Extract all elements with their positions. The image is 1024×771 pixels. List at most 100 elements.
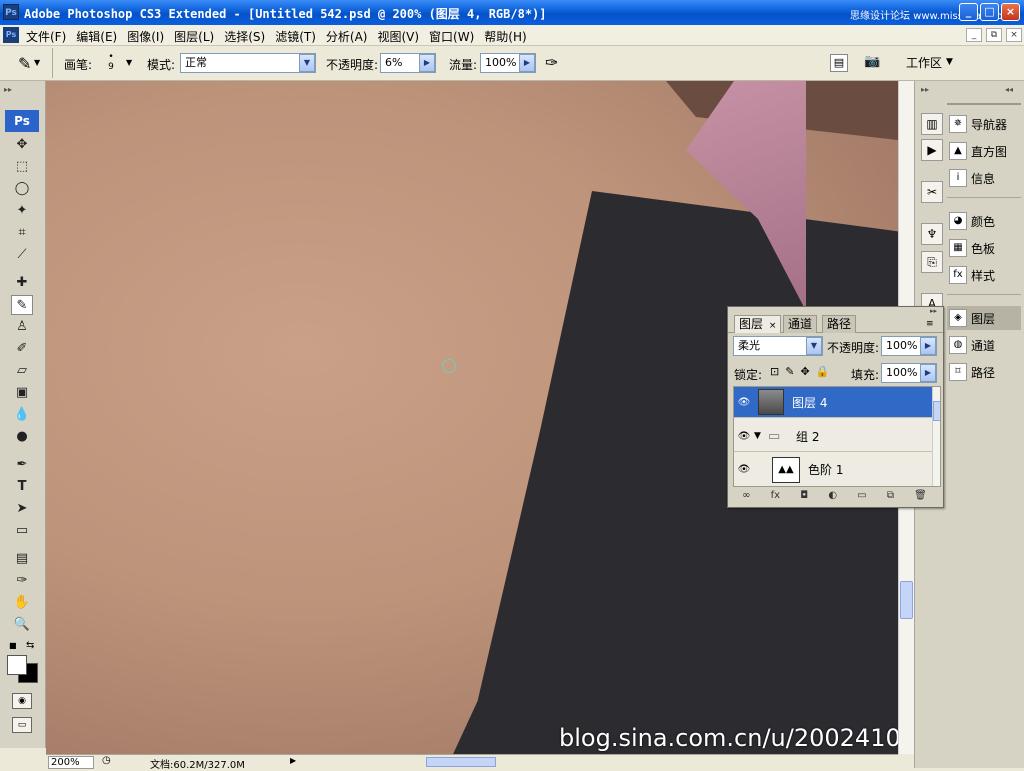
layer-opacity-field[interactable]: 100% ▶	[881, 336, 937, 356]
dock-info[interactable]: i 信息	[947, 166, 1021, 190]
dock-histogram[interactable]: ▲ 直方图	[947, 139, 1021, 163]
blend-mode-select[interactable]: 柔光 ▼	[733, 336, 823, 356]
toolbox-grip-icon[interactable]: ▸▸	[4, 85, 12, 94]
path-selection-tool-icon[interactable]: ➤	[11, 499, 33, 519]
status-icon[interactable]: ◷	[102, 755, 111, 766]
dock-paths[interactable]: ⌑ 路径	[947, 360, 1021, 384]
ps-badge[interactable]: Ps	[5, 110, 39, 132]
menu-filter[interactable]: 滤镜(T)	[275, 28, 316, 45]
status-arrow-icon[interactable]: ▶	[290, 756, 296, 765]
layer-row[interactable]: 👁 图层 4	[734, 387, 932, 418]
dock-layers[interactable]: ◈ 图层	[947, 306, 1021, 330]
zoom-tool-icon[interactable]: 🔍	[11, 615, 33, 635]
close-tab-icon[interactable]: ×	[769, 321, 777, 331]
mode-select[interactable]: 正常 ▼	[180, 53, 316, 73]
lock-position-icon[interactable]: ✥	[800, 365, 809, 378]
menu-edit[interactable]: 编辑(E)	[76, 28, 117, 45]
zoom-level[interactable]: 200%	[48, 756, 94, 769]
screen-mode-icon[interactable]: ▭	[12, 717, 32, 733]
visibility-eye-icon[interactable]: 👁	[734, 397, 754, 408]
swap-colors-icon[interactable]: ⇆	[26, 640, 34, 651]
quick-mask-icon[interactable]: ◉	[12, 693, 32, 709]
fill-field[interactable]: 100% ▶	[881, 363, 937, 383]
add-mask-icon[interactable]: ◘	[800, 490, 808, 506]
visibility-eye-icon[interactable]: 👁	[734, 464, 754, 475]
foreground-color-swatch[interactable]	[7, 655, 27, 675]
crop-tool-icon[interactable]: ⌗	[11, 223, 33, 243]
menu-window[interactable]: 窗口(W)	[429, 28, 474, 45]
menu-select[interactable]: 选择(S)	[224, 28, 265, 45]
layer-row[interactable]: 👁 ▲▲ 色阶 1	[734, 453, 932, 486]
layers-scroll-thumb[interactable]	[933, 401, 940, 421]
blur-tool-icon[interactable]: 💧	[11, 405, 33, 425]
airbrush-icon[interactable]: ✑	[545, 53, 558, 72]
history-brush-tool-icon[interactable]: ✐	[11, 339, 33, 359]
brush-picker[interactable]: • 9	[104, 52, 118, 72]
dock-navigator[interactable]: ✵ 导航器	[947, 112, 1021, 136]
lock-transparency-icon[interactable]: ⊡	[770, 365, 779, 378]
new-layer-icon[interactable]: ⧉	[887, 490, 894, 506]
dock-expand-icon[interactable]: ▸▸	[921, 85, 929, 94]
gradient-tool-icon[interactable]: ▣	[11, 383, 33, 403]
menu-analysis[interactable]: 分析(A)	[326, 28, 368, 45]
dock-collapse-icon[interactable]: ◂◂	[1005, 85, 1013, 94]
slider-arrow-icon[interactable]: ▶	[519, 54, 535, 72]
clone-source-icon[interactable]: ⎘	[921, 251, 943, 273]
move-tool-icon[interactable]: ✥	[11, 135, 33, 155]
slider-arrow-icon[interactable]: ▶	[920, 364, 936, 382]
lock-pixels-icon[interactable]: ✎	[785, 365, 794, 378]
brush-tool-icon[interactable]: ✎	[11, 295, 33, 315]
magic-wand-tool-icon[interactable]: ✦	[11, 201, 33, 221]
menu-help[interactable]: 帮助(H)	[484, 28, 526, 45]
slider-arrow-icon[interactable]: ▶	[419, 54, 435, 72]
maximize-button[interactable]: □	[980, 3, 999, 21]
link-layers-icon[interactable]: ∞	[742, 490, 750, 506]
expand-triangle-icon[interactable]: ▼	[754, 431, 768, 441]
notes-tool-icon[interactable]: ▤	[11, 549, 33, 569]
dodge-tool-icon[interactable]: ●	[11, 427, 33, 447]
lock-all-icon[interactable]: 🔒	[816, 365, 830, 378]
tab-paths[interactable]: 路径	[822, 315, 857, 333]
dock-color[interactable]: ◕ 颜色	[947, 209, 1021, 233]
clone-stamp-tool-icon[interactable]: ♙	[11, 317, 33, 337]
close-button[interactable]: ×	[1001, 3, 1020, 21]
menu-image[interactable]: 图像(I)	[127, 28, 164, 45]
tool-presets-icon[interactable]: ✂	[921, 181, 943, 203]
delete-layer-icon[interactable]: 🗑	[914, 490, 927, 506]
dock-channels[interactable]: ◍ 通道	[947, 333, 1021, 357]
adjustment-layer-icon[interactable]: ◐	[828, 490, 837, 506]
document-icon[interactable]: Ps	[3, 27, 19, 43]
horizontal-scroll-thumb[interactable]	[426, 757, 496, 767]
actions-icon[interactable]: ▶	[921, 139, 943, 161]
history-icon[interactable]: ▥	[921, 113, 943, 135]
menu-file[interactable]: 文件(F)	[26, 28, 66, 45]
scrollbar-thumb[interactable]	[900, 581, 913, 619]
doc-minimize-button[interactable]: _	[966, 28, 982, 42]
dock-styles[interactable]: fx 样式	[947, 263, 1021, 287]
slice-tool-icon[interactable]: ⟋	[11, 245, 33, 265]
panel-collapse-icon[interactable]: ▸▸	[930, 307, 937, 315]
brush-tool-preset-icon[interactable]: ✎	[18, 54, 31, 73]
hand-tool-icon[interactable]: ✋	[11, 593, 33, 613]
workspace-arrow-icon[interactable]: ▼	[946, 57, 953, 67]
lasso-tool-icon[interactable]: ◯	[11, 179, 33, 199]
tab-channels[interactable]: 通道	[783, 315, 818, 333]
chevron-down-icon[interactable]: ▼	[806, 337, 822, 355]
healing-brush-tool-icon[interactable]: ✚	[11, 273, 33, 293]
minimize-button[interactable]: _	[959, 3, 978, 21]
panel-menu-icon[interactable]: ≡	[926, 319, 934, 329]
brushes-icon[interactable]: ♆	[921, 223, 943, 245]
flow-field[interactable]: 100% ▶	[480, 53, 536, 73]
eyedropper-tool-icon[interactable]: ✑	[11, 571, 33, 591]
opacity-field[interactable]: 6% ▶	[380, 53, 436, 73]
fx-icon[interactable]: fx	[771, 490, 780, 506]
slider-arrow-icon[interactable]: ▶	[920, 337, 936, 355]
menu-view[interactable]: 视图(V)	[377, 28, 419, 45]
eraser-tool-icon[interactable]: ▱	[11, 361, 33, 381]
new-group-icon[interactable]: ▭	[857, 490, 866, 506]
tab-layers[interactable]: 图层 ×	[734, 315, 782, 333]
shape-tool-icon[interactable]: ▭	[11, 521, 33, 541]
brush-picker-arrow-icon[interactable]: ▼	[126, 58, 132, 67]
pen-tool-icon[interactable]: ✒	[11, 455, 33, 475]
marquee-tool-icon[interactable]: ⬚	[11, 157, 33, 177]
